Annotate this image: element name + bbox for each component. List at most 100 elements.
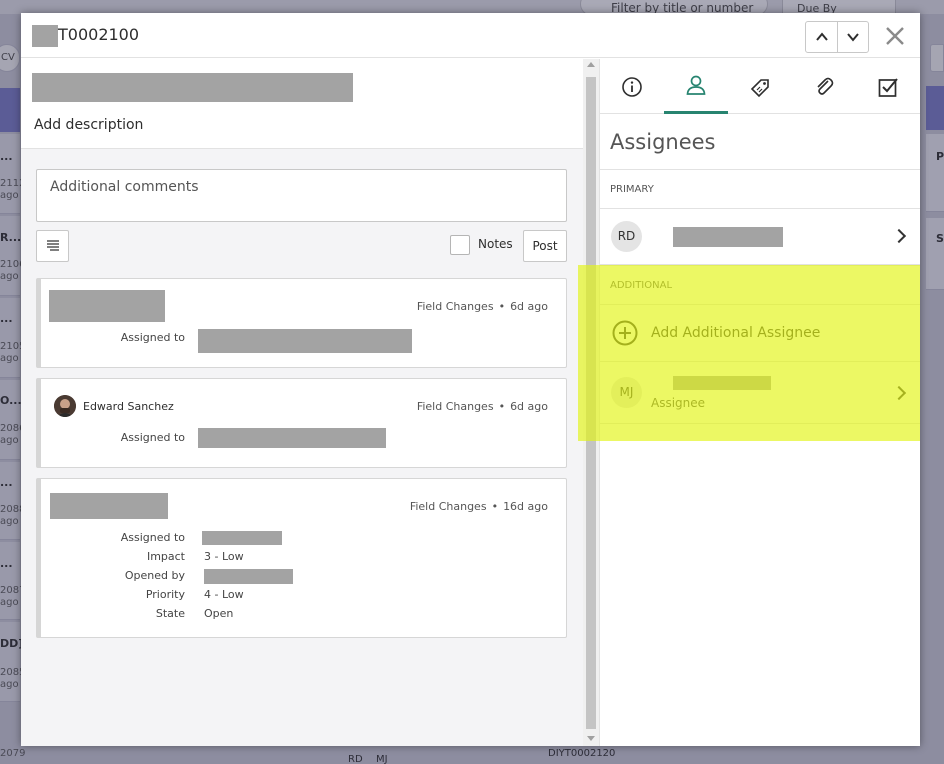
background-card [0, 134, 20, 214]
activity-card: Field Changes • 6d ago Assigned to [36, 278, 567, 368]
background-column-header-right [926, 86, 944, 130]
notes-label: Notes [478, 237, 513, 251]
next-record-button[interactable] [837, 22, 868, 52]
tab-tags[interactable] [728, 59, 792, 114]
plus-circle-icon [612, 320, 638, 346]
background-bottom-card: RD MJ DIYT0002120 [338, 746, 618, 764]
additional-comments-input[interactable]: Additional comments [36, 169, 567, 222]
background-bottom-number: DIYT0002120 [548, 748, 616, 759]
assignee-name-redacted [673, 227, 783, 247]
add-assignee-label: Add Additional Assignee [651, 325, 821, 341]
activity-meta: Field Changes • 6d ago [416, 300, 548, 313]
background-card-title: ... [0, 557, 13, 570]
author-name[interactable]: Edward Sanchez [83, 400, 174, 413]
avatar: MJ [611, 377, 642, 408]
modal-title: T0002100 [58, 25, 140, 44]
chevron-down-icon [847, 33, 859, 42]
info-icon [622, 76, 642, 97]
background-card [0, 216, 20, 296]
previous-record-button[interactable] [806, 22, 837, 52]
background-card-age: ago [0, 435, 19, 446]
short-description-redacted [32, 73, 353, 102]
activity-meta: Field Changes • 16d ago [409, 500, 548, 513]
author-redacted [49, 290, 165, 322]
notes-checkbox[interactable] [450, 235, 470, 255]
field-value-redacted [202, 531, 282, 545]
background-card-right [926, 218, 944, 290]
description-area: Add description [21, 59, 599, 149]
background-card-title: DD] [0, 637, 24, 650]
text-format-icon [46, 240, 59, 251]
background-card-age: ago [0, 271, 19, 282]
tab-assignees[interactable] [664, 59, 728, 114]
field-value-redacted [204, 569, 293, 584]
field-value: 3 - Low [204, 550, 244, 563]
activity-type: Field Changes [416, 300, 494, 313]
chevron-up-icon [815, 32, 828, 41]
primary-header-label: PRIMARY [610, 184, 654, 195]
background-card [0, 298, 20, 378]
add-description-link[interactable]: Add description [34, 117, 143, 133]
post-button[interactable]: Post [523, 230, 567, 262]
activity-card: Field Changes • 16d ago Assigned to Impact… [36, 478, 567, 638]
background-card-title: ... [0, 312, 13, 325]
record-navigation [805, 21, 869, 53]
field-label: Assigned to [120, 331, 185, 344]
background-card-age: ago [0, 679, 19, 690]
task-modal: T0002100 Add description Additional comm… [21, 13, 920, 746]
tab-checklist[interactable] [856, 59, 920, 114]
activity-type: Field Changes [409, 500, 487, 513]
background-card-age: ago [0, 516, 19, 527]
background-avatar: RD [348, 754, 363, 764]
background-card-age: ago [0, 597, 19, 608]
background-card [0, 622, 20, 702]
field-label: State [155, 607, 185, 620]
scroll-down-arrow-icon[interactable] [587, 736, 595, 741]
add-additional-assignee-button[interactable]: Add Additional Assignee [600, 305, 920, 362]
background-card-age: ago [0, 190, 19, 201]
additional-assignee-row[interactable]: MJ Assignee [600, 362, 920, 424]
person-photo-icon [54, 395, 76, 417]
primary-assignee-row[interactable]: RD [600, 209, 920, 265]
primary-group-header: PRIMARY [600, 169, 920, 209]
activity-time: 16d ago [503, 500, 548, 513]
background-chip: CV [0, 44, 20, 72]
background-card-title: O... [0, 394, 22, 407]
avatar [54, 395, 76, 417]
field-value: Open [204, 607, 234, 620]
background-card-number: 2079 [0, 748, 26, 759]
avatar: RD [611, 221, 642, 252]
background-right-button [930, 44, 944, 72]
field-value-redacted [198, 329, 412, 353]
tab-info[interactable] [600, 59, 664, 114]
scroll-thumb[interactable] [586, 77, 596, 729]
chevron-right-icon [891, 385, 907, 401]
background-column-header [0, 88, 20, 132]
background-card [0, 542, 20, 620]
close-icon [886, 27, 904, 45]
tab-attachments[interactable] [792, 59, 856, 114]
scroll-up-arrow-icon[interactable] [587, 62, 595, 67]
field-value: 4 - Low [204, 588, 244, 601]
details-sidebar: Assignees PRIMARY RD ADDITIONAL Add Addi… [599, 59, 920, 746]
background-card-title: ... [0, 150, 13, 163]
background-card [0, 380, 20, 460]
sidebar-section-title: Assignees [610, 130, 716, 154]
format-button[interactable] [36, 230, 69, 262]
activity-meta: Field Changes • 6d ago [416, 400, 548, 413]
background-card-title: ... [0, 476, 13, 489]
close-button[interactable] [882, 23, 908, 49]
paperclip-icon [817, 77, 834, 95]
activity-panel: Add description Additional comments Note… [21, 59, 599, 746]
activity-type: Field Changes [416, 400, 494, 413]
background-chip-label: CV [1, 52, 15, 63]
activity-scrollbar[interactable] [583, 59, 599, 746]
activity-time: 6d ago [510, 400, 548, 413]
activity-card: Edward Sanchez Field Changes • 6d ago Assi… [36, 378, 567, 468]
author-redacted [50, 493, 168, 519]
field-label: Assigned to [120, 431, 185, 444]
modal-header: T0002100 [21, 13, 920, 58]
background-card [0, 462, 20, 540]
background-card-right-title: S [936, 232, 944, 245]
additional-group-header: ADDITIONAL [600, 265, 920, 305]
